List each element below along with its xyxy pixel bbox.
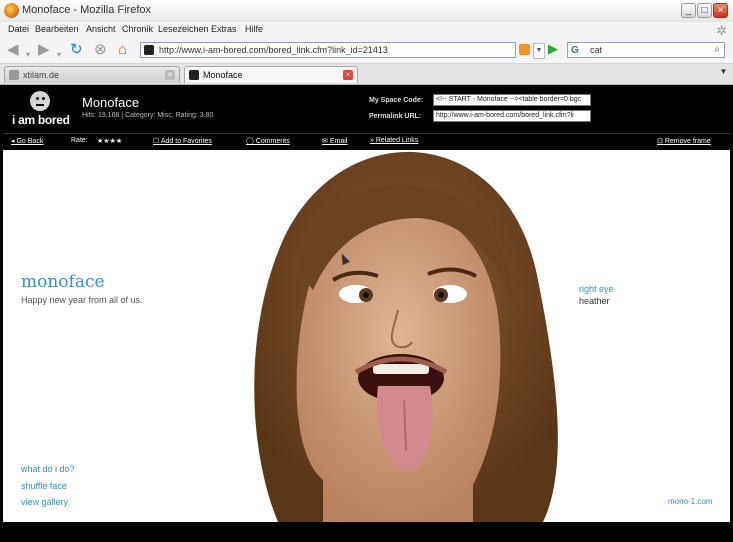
tab-label: Monoface: [203, 70, 243, 80]
forward-dropdown-icon[interactable]: ▾: [57, 47, 61, 63]
search-box[interactable]: G cat ⌕: [567, 42, 725, 58]
url-history-dropdown-icon[interactable]: ▼: [533, 43, 545, 59]
page-content: i am bored Monoface Hits: 19,168 | Categ…: [3, 85, 730, 522]
menu-datei[interactable]: Datei: [8, 24, 29, 34]
tab-close-icon[interactable]: ×: [343, 70, 353, 80]
permalink-label: Permalink URL:: [369, 113, 422, 120]
window-title: Monoface - Mozilla Firefox: [22, 4, 151, 16]
tab-monoface[interactable]: Monoface ×: [184, 66, 358, 83]
related-links-link[interactable]: » Related Links: [370, 137, 418, 144]
person-name: heather: [579, 296, 610, 306]
rss-feed-icon[interactable]: [519, 44, 530, 55]
maximize-button[interactable]: □: [697, 3, 712, 18]
permalink-field[interactable]: http://www.i-am-bored.com/bored_link.cfm…: [433, 110, 591, 122]
menu-hilfe[interactable]: Hilfe: [245, 24, 263, 34]
firefox-icon: [4, 3, 19, 18]
email-link[interactable]: ✉ Email: [322, 137, 347, 145]
site-favicon-icon: [144, 45, 154, 55]
remove-frame-link[interactable]: ⊡ Remove frame: [657, 137, 711, 145]
address-text: http://www.i-am-bored.com/bored_link.cfm…: [159, 45, 388, 55]
status-bar: [0, 523, 733, 542]
go-back-link[interactable]: ◂ Go Back: [11, 137, 43, 145]
shuffle-face-link[interactable]: shuffle face: [21, 481, 67, 491]
monoface-game[interactable]: monoface Happy new year from all of us. …: [3, 150, 730, 522]
menu-lesezeichen[interactable]: Lesezeichen: [158, 24, 209, 34]
activity-throbber-icon: ✲: [716, 23, 727, 38]
go-button-icon[interactable]: ▶: [548, 41, 558, 57]
home-icon[interactable]: ⌂: [118, 42, 127, 58]
back-icon[interactable]: ◀: [7, 42, 19, 58]
site-subnav: ◂ Go Back Rate: ★★★★ ☐ Add to Favorites …: [3, 133, 730, 150]
reload-icon[interactable]: ↻: [70, 42, 83, 58]
search-engine-icon[interactable]: G: [571, 44, 579, 58]
list-all-tabs-icon[interactable]: ▼: [718, 67, 729, 80]
face-part-label: right eye: [579, 284, 614, 294]
tab-xtilam[interactable]: xtilam.de ×: [4, 66, 180, 83]
menu-chronik[interactable]: Chronik: [122, 24, 153, 34]
game-meta: Hits: 19,168 | Category: Misc. Rating: 3…: [82, 112, 214, 119]
myspace-code-label: My Space Code:: [369, 97, 424, 104]
menu-ansicht[interactable]: Ansicht: [86, 24, 116, 34]
tab-favicon-icon: [189, 70, 199, 80]
browser-window: Monoface - Mozilla Firefox _ □ × Datei B…: [0, 0, 733, 542]
address-bar[interactable]: http://www.i-am-bored.com/bored_link.cfm…: [140, 42, 516, 58]
comments-link[interactable]: ◯ Comments: [246, 137, 290, 145]
minimize-button[interactable]: _: [681, 3, 696, 18]
tab-close-icon[interactable]: ×: [165, 70, 175, 80]
close-button[interactable]: ×: [713, 3, 728, 18]
menu-bearbeiten[interactable]: Bearbeiten: [35, 24, 79, 34]
monoface-logo: monoface: [21, 272, 105, 292]
title-bar: Monoface - Mozilla Firefox _ □ ×: [0, 0, 733, 23]
add-favorites-link[interactable]: ☐ Add to Favorites: [153, 137, 212, 145]
tab-bar: xtilam.de × Monoface ×: [0, 64, 733, 85]
face-photo[interactable]: [238, 150, 568, 522]
credit-link[interactable]: mono-1.com: [668, 497, 712, 506]
site-header: i am bored Monoface Hits: 19,168 | Categ…: [3, 85, 730, 133]
site-logo[interactable]: i am bored: [12, 113, 70, 127]
tab-favicon-icon: [9, 70, 19, 80]
rating-stars[interactable]: ★★★★: [97, 137, 122, 145]
myspace-code-field[interactable]: <!-- START - Monoface --><table border=0…: [433, 94, 591, 106]
rate-label: Rate:: [71, 137, 88, 144]
tagline: Happy new year from all of us.: [21, 295, 143, 305]
menu-bar: Datei Bearbeiten Ansicht Chronik Lesezei…: [0, 22, 733, 38]
tab-label: xtilam.de: [23, 70, 60, 80]
search-input[interactable]: cat: [590, 45, 602, 55]
game-title: Monoface: [82, 95, 140, 110]
back-dropdown-icon[interactable]: ▾: [26, 47, 30, 63]
view-gallery-link[interactable]: view gallery: [21, 497, 68, 507]
forward-icon[interactable]: ▶: [38, 42, 50, 58]
search-icon[interactable]: ⌕: [714, 43, 720, 57]
bored-smiley-logo-icon[interactable]: [30, 91, 50, 111]
menu-extras[interactable]: Extras: [211, 24, 237, 34]
stop-icon[interactable]: ⊗: [94, 42, 107, 58]
what-do-i-do-link[interactable]: what do i do?: [21, 464, 75, 474]
